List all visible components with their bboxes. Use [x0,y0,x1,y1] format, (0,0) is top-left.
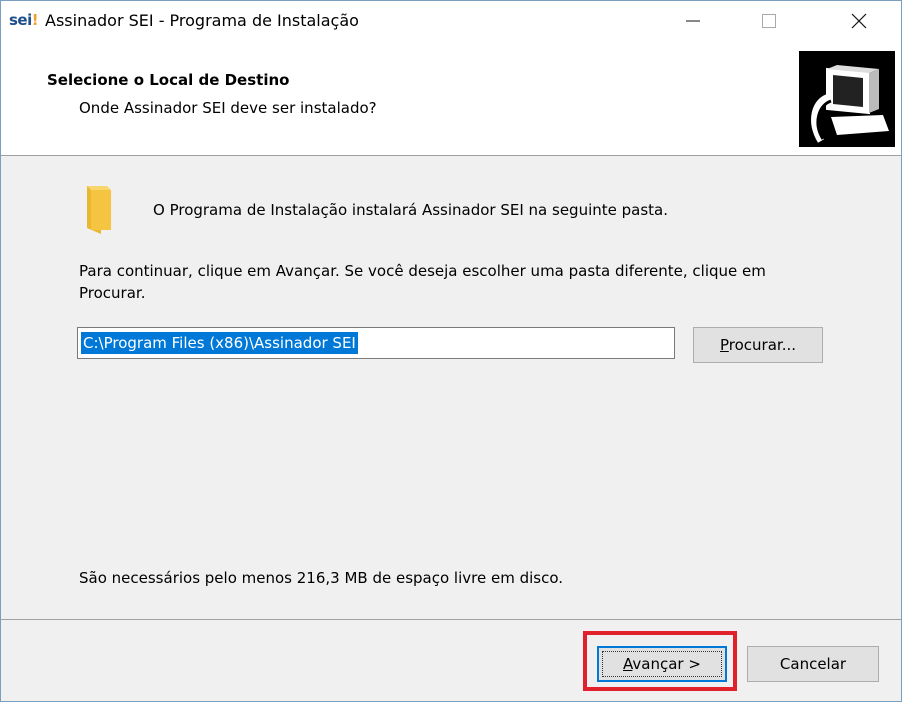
close-button[interactable] [831,1,887,41]
wizard-header: Selecione o Local de Destino Onde Assina… [1,41,901,156]
browse-button-label: Procurar... [719,336,797,354]
intro-text: O Programa de Instalação instalará Assin… [153,201,668,219]
disk-space-text: São necessários pelo menos 216,3 MB de e… [79,569,564,587]
installer-window: sei! Assinador SEI - Programa de Instala… [0,0,902,702]
next-button-highlight [583,631,737,691]
page-subtitle: Onde Assinador SEI deve ser instalado? [79,99,377,117]
folder-icon [81,184,121,236]
minimize-button[interactable] [665,1,721,41]
destination-path-value: C:\Program Files (x86)\Assinador SEI [81,332,358,354]
destination-path-input[interactable]: C:\Program Files (x86)\Assinador SEI [77,327,675,359]
window-title: Assinador SEI - Programa de Instalação [45,11,359,30]
sei-logo-icon: sei! [9,11,39,29]
wizard-footer: Avançar > Cancelar [1,619,901,701]
installer-computer-icon [799,51,895,147]
close-icon [851,13,867,29]
cancel-button[interactable]: Cancelar [747,646,879,682]
maximize-icon [762,14,776,28]
maximize-button[interactable] [741,1,797,41]
minimize-icon [686,20,700,22]
browse-button[interactable]: Procurar... [693,327,823,363]
instructions-text: Para continuar, clique em Avançar. Se vo… [79,262,766,302]
wizard-content: O Programa de Instalação instalará Assin… [1,156,901,619]
page-title: Selecione o Local de Destino [47,71,290,89]
title-bar[interactable]: sei! Assinador SEI - Programa de Instala… [1,1,901,41]
